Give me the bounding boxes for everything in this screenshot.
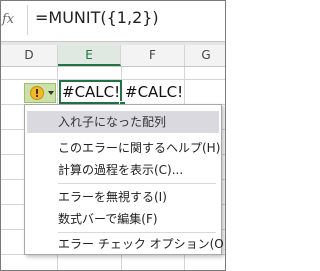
menu-item-error-checking-options[interactable]: エラー チェック オプション(O)... bbox=[27, 233, 225, 255]
column-header-f[interactable]: F bbox=[121, 45, 185, 66]
cell-f-value: #CALC! bbox=[125, 83, 184, 101]
column-header-row: D E F G bbox=[1, 45, 225, 67]
warning-icon: ! bbox=[30, 86, 44, 100]
excel-window: fx =MUNIT({1,2}) D E F G #CALC! #CALC! !… bbox=[0, 0, 226, 271]
error-options-menu: 入れ子になった配列 このエラーに関するヘルプ(H) 計算の過程を表示(C)...… bbox=[24, 104, 225, 255]
cell-e-value: #CALC! bbox=[62, 83, 121, 101]
error-smart-tag-button[interactable]: ! bbox=[24, 83, 56, 103]
column-header-e[interactable]: E bbox=[58, 45, 121, 66]
formula-divider bbox=[27, 5, 28, 35]
menu-header-nested-array: 入れ子になった配列 bbox=[27, 111, 219, 133]
menu-item-help[interactable]: このエラーに関するヘルプ(H) bbox=[27, 137, 220, 159]
menu-item-show-calculation-steps[interactable]: 計算の過程を表示(C)... bbox=[27, 159, 219, 181]
menu-item-edit-in-formula-bar[interactable]: 数式バーで編集(F) bbox=[27, 208, 219, 230]
menu-separator bbox=[58, 183, 216, 184]
fx-icon[interactable]: fx bbox=[1, 5, 24, 35]
formula-bar: fx =MUNIT({1,2}) bbox=[1, 1, 225, 42]
menu-item-ignore-error[interactable]: エラーを無視する(I) bbox=[27, 186, 219, 208]
dropdown-arrow-icon bbox=[48, 91, 54, 95]
column-header-g[interactable]: G bbox=[185, 45, 225, 66]
formula-input[interactable]: =MUNIT({1,2}) bbox=[35, 8, 159, 27]
column-header-d[interactable]: D bbox=[1, 45, 58, 66]
